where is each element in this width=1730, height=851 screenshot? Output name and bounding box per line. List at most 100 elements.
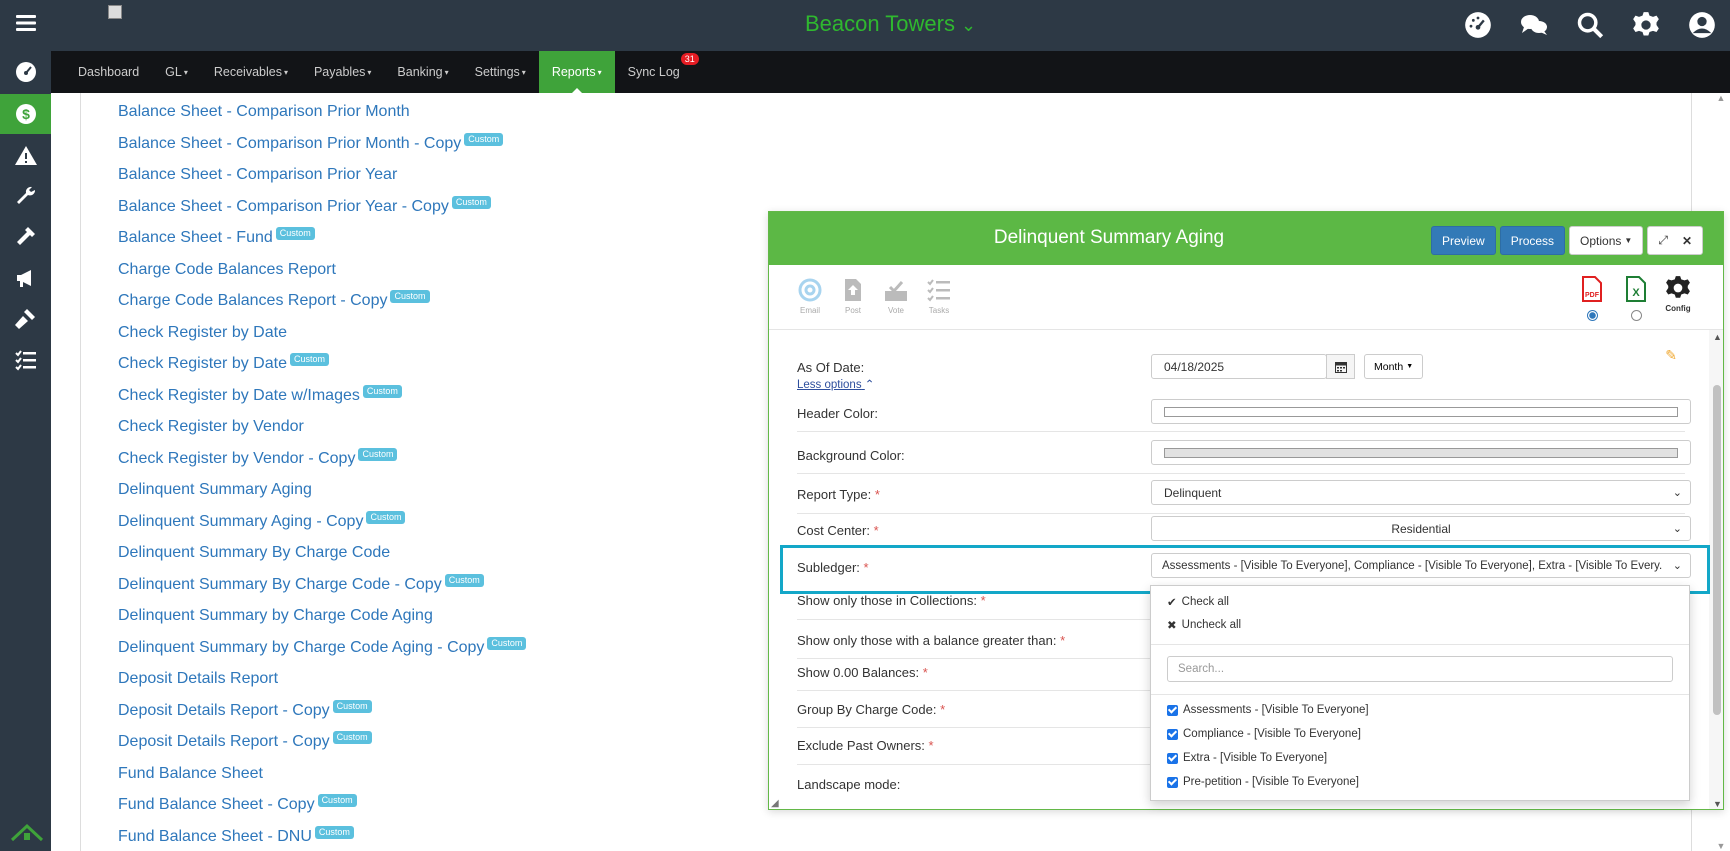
report-link[interactable]: Balance Sheet - Comparison Prior Month xyxy=(118,103,410,120)
nav-payables[interactable]: Payables ▾ xyxy=(301,51,384,93)
resize-handle-icon[interactable]: ◢ xyxy=(771,798,779,809)
report-type-select[interactable]: Delinquent ⌄ xyxy=(1151,480,1691,505)
report-link[interactable]: Balance Sheet - Comparison Prior Month -… xyxy=(118,135,461,152)
dropdown-search-input[interactable] xyxy=(1167,656,1673,682)
nav-settings[interactable]: Settings ▾ xyxy=(462,51,539,93)
nav-reports[interactable]: Reports ▾ xyxy=(538,51,615,94)
pdf-radio[interactable] xyxy=(1586,310,1598,321)
gavel-icon[interactable] xyxy=(0,298,51,338)
email-tool[interactable]: Email xyxy=(793,277,827,315)
pdf-format-option[interactable]: PDF xyxy=(1579,275,1605,326)
edit-pencil-icon[interactable]: ✎ xyxy=(1665,347,1677,364)
nav-sync-log[interactable]: Sync Log 31 xyxy=(615,51,699,93)
preview-button[interactable]: Preview xyxy=(1431,226,1496,255)
report-list-item: Check Register by Vendor - Copy Custom xyxy=(118,443,526,475)
report-link[interactable]: Delinquent Summary by Charge Code Aging xyxy=(118,607,433,624)
report-link[interactable]: Fund Balance Sheet xyxy=(118,765,263,782)
report-link[interactable]: Deposit Details Report - Copy xyxy=(118,702,330,719)
scroll-down-icon[interactable]: ▼ xyxy=(1712,841,1730,851)
subledger-option[interactable]: Pre-petition - [Visible To Everyone] xyxy=(1167,776,1359,788)
report-link[interactable]: Deposit Details Report xyxy=(118,670,278,687)
report-link[interactable]: Check Register by Vendor xyxy=(118,418,304,435)
checkbox-checked[interactable] xyxy=(1167,776,1178,788)
modal-scrollbar[interactable]: ▲ ▼ xyxy=(1709,330,1723,809)
tasks-icon[interactable] xyxy=(0,340,51,380)
chat-icon[interactable] xyxy=(1506,8,1562,42)
period-dropdown[interactable]: Month ▼ xyxy=(1364,354,1424,379)
action-label: Uncheck all xyxy=(1181,619,1242,631)
dashboard-icon[interactable] xyxy=(0,52,51,92)
dashboard-icon[interactable] xyxy=(1450,8,1506,42)
report-link[interactable]: Delinquent Summary By Charge Code - Copy xyxy=(118,576,442,593)
report-link[interactable]: Balance Sheet - Comparison Prior Year xyxy=(118,166,397,183)
post-tool[interactable]: Post xyxy=(836,277,870,315)
subledger-option[interactable]: Compliance - [Visible To Everyone] xyxy=(1167,728,1361,740)
modal-header: Delinquent Summary Aging Preview Process… xyxy=(769,212,1723,265)
uncheck-all-action[interactable]: ✖ Uncheck all xyxy=(1167,618,1241,632)
report-list-item: Balance Sheet - Comparison Prior Year - … xyxy=(118,191,526,223)
report-link[interactable]: Delinquent Summary Aging xyxy=(118,481,312,498)
header-color-picker[interactable] xyxy=(1151,399,1691,424)
report-link[interactable]: Check Register by Date xyxy=(118,324,287,341)
check-all-action[interactable]: ✔ Check all xyxy=(1167,595,1229,609)
report-link[interactable]: Delinquent Summary by Charge Code Aging … xyxy=(118,639,484,656)
report-link[interactable]: Charge Code Balances Report - Copy xyxy=(118,292,387,309)
at-icon xyxy=(798,278,822,302)
report-link[interactable]: Fund Balance Sheet - Copy xyxy=(118,796,315,813)
cost-center-select[interactable]: Residential ⌄ xyxy=(1151,516,1691,541)
as-of-date-input[interactable]: 04/18/2025 xyxy=(1151,354,1327,379)
required-mark: * xyxy=(928,738,934,753)
calendar-icon[interactable] xyxy=(1326,354,1355,379)
report-link[interactable]: Delinquent Summary Aging - Copy xyxy=(118,513,363,530)
expand-icon[interactable]: ⤢ xyxy=(1658,233,1668,248)
vote-tool[interactable]: Vote xyxy=(879,277,913,315)
report-list-item: Balance Sheet - Comparison Prior Month -… xyxy=(118,128,526,160)
report-link[interactable]: Charge Code Balances Report xyxy=(118,261,336,278)
less-options-link[interactable]: Less options ⌃ xyxy=(797,377,874,391)
close-icon[interactable]: ✕ xyxy=(1682,234,1692,248)
gear-icon xyxy=(1666,276,1690,298)
caret-down-icon: ▼ xyxy=(1624,236,1633,245)
gear-icon[interactable] xyxy=(1618,8,1674,42)
report-link[interactable]: Balance Sheet - Comparison Prior Year - … xyxy=(118,198,449,215)
scroll-up-icon[interactable]: ▲ xyxy=(1712,93,1730,103)
field-label: Report Type: xyxy=(797,487,872,502)
scroll-up-icon[interactable]: ▲ xyxy=(1713,332,1722,342)
excel-radio[interactable] xyxy=(1630,310,1642,321)
custom-badge: Custom xyxy=(464,132,504,146)
background-color-picker[interactable] xyxy=(1151,440,1691,465)
wrench-icon[interactable] xyxy=(0,176,51,216)
report-link[interactable]: Fund Balance Sheet - DNU xyxy=(118,828,312,845)
megaphone-icon[interactable] xyxy=(0,258,51,298)
hammer-icon[interactable] xyxy=(0,216,51,256)
report-link[interactable]: Balance Sheet - Fund xyxy=(118,229,273,246)
scroll-thumb[interactable] xyxy=(1713,385,1721,715)
report-link[interactable]: Check Register by Date xyxy=(118,355,287,372)
option-label: Compliance - [Visible To Everyone] xyxy=(1183,728,1361,740)
nav-gl[interactable]: GL ▾ xyxy=(152,51,201,93)
options-button[interactable]: Options ▼ xyxy=(1569,226,1644,255)
custom-badge: Custom xyxy=(362,384,402,398)
search-icon[interactable] xyxy=(1562,8,1618,42)
warning-icon[interactable] xyxy=(0,136,51,176)
subledger-option[interactable]: Assessments - [Visible To Everyone] xyxy=(1167,704,1369,716)
nav-dashboard[interactable]: Dashboard xyxy=(65,51,152,93)
checkbox-checked[interactable] xyxy=(1167,704,1178,716)
tasks-tool[interactable]: Tasks xyxy=(922,277,956,315)
scroll-down-icon[interactable]: ▼ xyxy=(1713,799,1722,809)
report-link[interactable]: Check Register by Date w/Images xyxy=(118,387,360,404)
checkbox-checked[interactable] xyxy=(1167,752,1178,764)
report-link[interactable]: Check Register by Vendor - Copy xyxy=(118,450,355,467)
report-link[interactable]: Delinquent Summary By Charge Code xyxy=(118,544,390,561)
report-link[interactable]: Deposit Details Report - Copy xyxy=(118,733,330,750)
process-button[interactable]: Process xyxy=(1499,226,1566,255)
nav-banking[interactable]: Banking ▾ xyxy=(384,51,461,93)
excel-format-option[interactable]: X xyxy=(1623,275,1649,326)
menu-icon[interactable] xyxy=(0,3,51,43)
config-tool[interactable]: Config xyxy=(1665,275,1691,313)
user-icon[interactable] xyxy=(1674,8,1730,42)
subledger-option[interactable]: Extra - [Visible To Everyone] xyxy=(1167,752,1327,764)
nav-receivables[interactable]: Receivables ▾ xyxy=(201,51,301,93)
dollar-icon[interactable]: $ xyxy=(0,94,51,134)
checkbox-checked[interactable] xyxy=(1167,728,1178,740)
